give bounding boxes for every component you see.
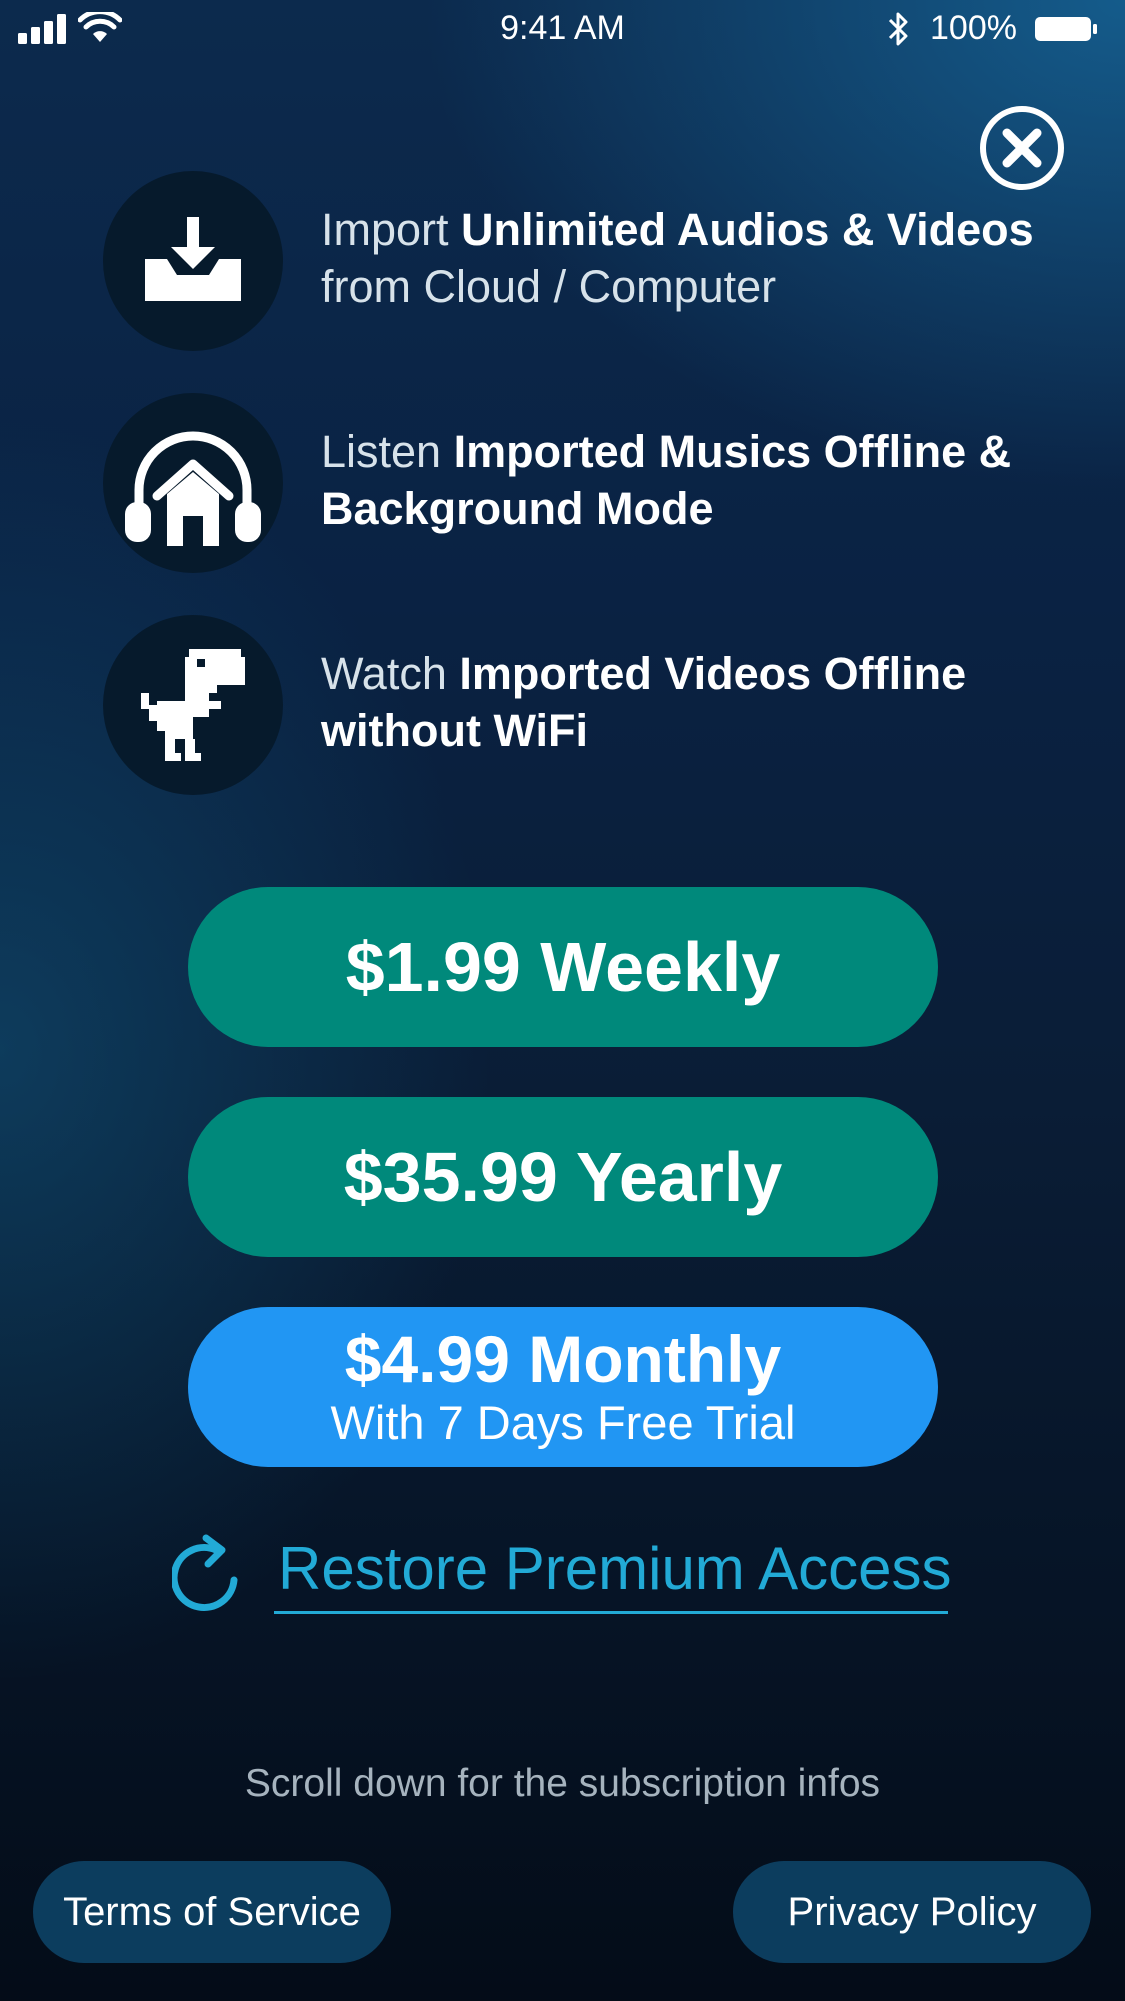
feature-text-pre: Watch xyxy=(321,648,460,699)
restore-arrow-icon xyxy=(172,1534,238,1612)
monthly-plan-price: $4.99 Monthly xyxy=(344,1322,782,1396)
restore-label: Restore Premium Access xyxy=(278,1535,952,1602)
battery-icon xyxy=(1035,17,1097,41)
feature-listen: Listen Imported Musics Offline & Backgro… xyxy=(103,393,1063,573)
feature-text-bold: Unlimited Audios & Videos xyxy=(461,204,1034,255)
weekly-plan-price: $1.99 Weekly xyxy=(345,928,781,1006)
feature-text: Listen Imported Musics Offline & Backgro… xyxy=(321,423,1081,537)
feature-text-pre: Listen xyxy=(321,426,454,477)
monthly-plan-button[interactable]: $4.99 Monthly With 7 Days Free Trial xyxy=(188,1307,938,1467)
bluetooth-icon xyxy=(888,12,908,46)
monthly-plan-subtitle: With 7 Days Free Trial xyxy=(330,1396,796,1449)
pixel-dinosaur-icon xyxy=(141,649,245,761)
terms-of-service-button[interactable]: Terms of Service xyxy=(33,1861,391,1963)
headphones-home-icon xyxy=(125,431,261,546)
feature-icon-circle xyxy=(103,615,283,795)
download-tray-icon xyxy=(145,217,241,301)
feature-text-pre: Import xyxy=(321,204,462,255)
restore-premium-link[interactable]: Restore Premium Access xyxy=(172,1530,952,1630)
status-bar: 9:41 AM 100% xyxy=(0,0,1125,58)
privacy-policy-button[interactable]: Privacy Policy xyxy=(733,1861,1091,1963)
restore-underline xyxy=(274,1611,948,1614)
yearly-plan-price: $35.99 Yearly xyxy=(343,1138,783,1216)
battery-percent: 100% xyxy=(930,9,1017,47)
feature-import: Import Unlimited Audios & Videos from Cl… xyxy=(103,171,1063,351)
weekly-plan-button[interactable]: $1.99 Weekly xyxy=(188,887,938,1047)
feature-watch: Watch Imported Videos Offline without Wi… xyxy=(103,615,1063,795)
feature-icon-circle xyxy=(103,393,283,573)
yearly-plan-button[interactable]: $35.99 Yearly xyxy=(188,1097,938,1257)
feature-text: Import Unlimited Audios & Videos from Cl… xyxy=(321,201,1081,315)
scroll-hint: Scroll down for the subscription infos xyxy=(244,1762,881,1805)
feature-text-post: from Cloud / Computer xyxy=(321,261,777,312)
feature-text: Watch Imported Videos Offline without Wi… xyxy=(321,645,1081,759)
feature-icon-circle xyxy=(103,171,283,351)
